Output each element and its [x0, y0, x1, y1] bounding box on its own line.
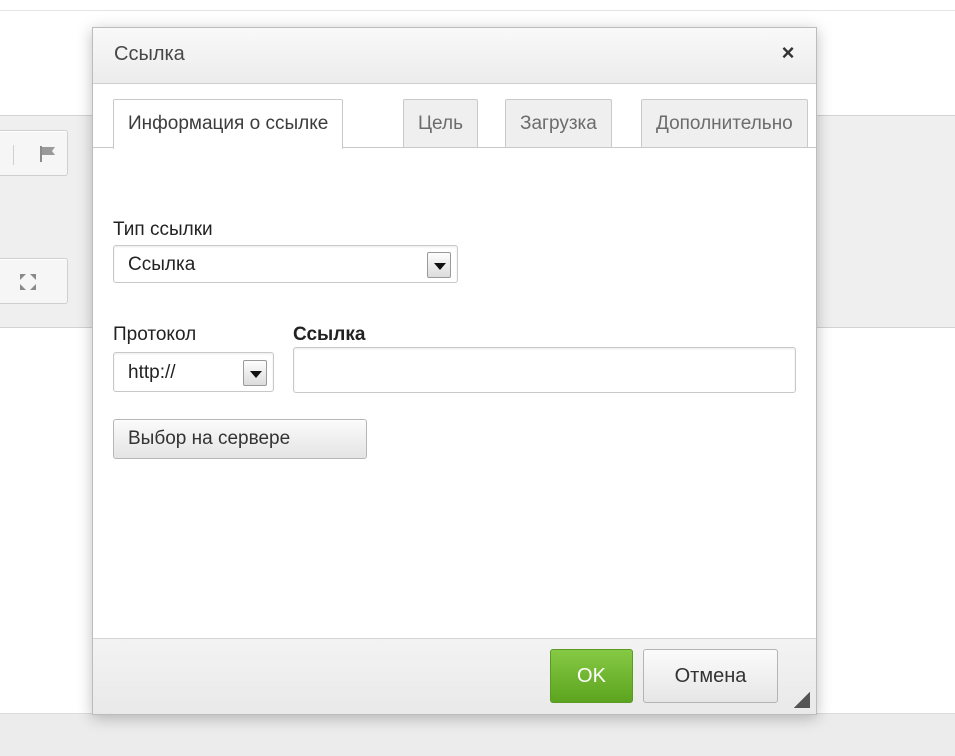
tab-target[interactable]: Цель [403, 99, 478, 148]
resize-handle-icon[interactable] [794, 692, 810, 708]
chevron-down-icon[interactable] [427, 252, 451, 278]
close-icon[interactable]: × [776, 41, 800, 65]
tab-advanced[interactable]: Дополнительно [641, 99, 808, 148]
url-input[interactable] [293, 347, 796, 393]
protocol-value: http:// [128, 362, 176, 383]
tab-link-info[interactable]: Информация о ссылке [113, 99, 344, 149]
toolbar-group-tools [0, 258, 68, 304]
editor-status-area [0, 713, 955, 756]
maximize-icon[interactable] [17, 271, 39, 293]
link-type-select[interactable]: Ссылка [113, 245, 458, 283]
protocol-label: Протокол [113, 324, 197, 345]
ok-button[interactable]: OK [550, 649, 633, 703]
browse-server-button[interactable]: Выбор на сервере [113, 419, 367, 459]
tab-upload[interactable]: Загрузка [505, 99, 612, 148]
dialog-body: Тип ссылки Ссылка Протокол Ссылка http:/… [93, 148, 816, 638]
link-type-value: Ссылка [128, 254, 196, 275]
dialog-title: Ссылка [114, 43, 185, 65]
dialog-footer: OK Отмена [93, 638, 816, 714]
flag-icon[interactable] [37, 143, 59, 165]
protocol-select[interactable]: http:// [113, 352, 274, 392]
toolbar-group-anchor [0, 130, 68, 176]
link-dialog: Ссылка × Информация о ссылке Цель Загруз… [92, 27, 817, 715]
toolbar-separator [13, 145, 14, 165]
url-label: Ссылка [293, 324, 366, 345]
chevron-down-icon[interactable] [243, 360, 267, 386]
link-type-label: Тип ссылки [113, 219, 213, 240]
top-divider [0, 10, 955, 11]
cancel-button[interactable]: Отмена [643, 649, 778, 703]
dialog-title-bar[interactable]: Ссылка × [93, 28, 816, 84]
